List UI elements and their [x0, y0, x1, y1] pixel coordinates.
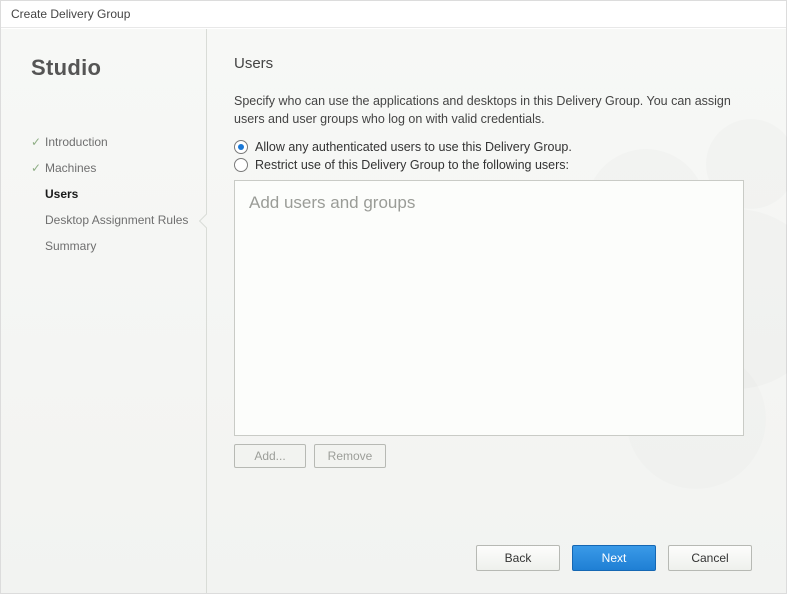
option-label: Restrict use of this Delivery Group to t…	[255, 158, 569, 172]
user-listbox[interactable]: Add users and groups	[234, 180, 744, 436]
radio-icon	[234, 158, 248, 172]
window-title: Create Delivery Group	[1, 1, 786, 28]
wizard-steps: ✓Introduction✓MachinesUsersDesktop Assig…	[31, 129, 206, 259]
next-button[interactable]: Next	[572, 545, 656, 571]
wizard-sidebar: Studio ✓Introduction✓MachinesUsersDeskto…	[1, 29, 206, 593]
back-button[interactable]: Back	[476, 545, 560, 571]
checkmark-icon: ✓	[31, 161, 45, 175]
remove-button[interactable]: Remove	[314, 444, 386, 468]
user-list-placeholder: Add users and groups	[249, 193, 729, 213]
wizard-step-users[interactable]: Users	[31, 181, 206, 207]
page-description: Specify who can use the applications and…	[234, 92, 752, 128]
page-title: Users	[234, 55, 752, 72]
brand-title: Studio	[31, 55, 206, 81]
cancel-button[interactable]: Cancel	[668, 545, 752, 571]
option-restrict[interactable]: Restrict use of this Delivery Group to t…	[234, 158, 752, 172]
wizard-step-machines[interactable]: ✓Machines	[31, 155, 206, 181]
step-label: Summary	[45, 239, 96, 253]
radio-icon	[234, 140, 248, 154]
option-label: Allow any authenticated users to use thi…	[255, 140, 572, 154]
step-label: Desktop Assignment Rules	[45, 213, 188, 227]
add-button[interactable]: Add...	[234, 444, 306, 468]
wizard-main: Users Specify who can use the applicatio…	[206, 29, 786, 593]
step-label: Introduction	[45, 135, 108, 149]
wizard-step-introduction[interactable]: ✓Introduction	[31, 129, 206, 155]
option-allow-any[interactable]: Allow any authenticated users to use thi…	[234, 140, 752, 154]
wizard-footer: Back Next Cancel	[476, 545, 752, 571]
step-label: Machines	[45, 161, 96, 175]
wizard-step-summary[interactable]: Summary	[31, 233, 206, 259]
checkmark-icon: ✓	[31, 135, 45, 149]
wizard-step-desktop-assignment-rules[interactable]: Desktop Assignment Rules	[31, 207, 206, 233]
step-label: Users	[45, 187, 78, 201]
